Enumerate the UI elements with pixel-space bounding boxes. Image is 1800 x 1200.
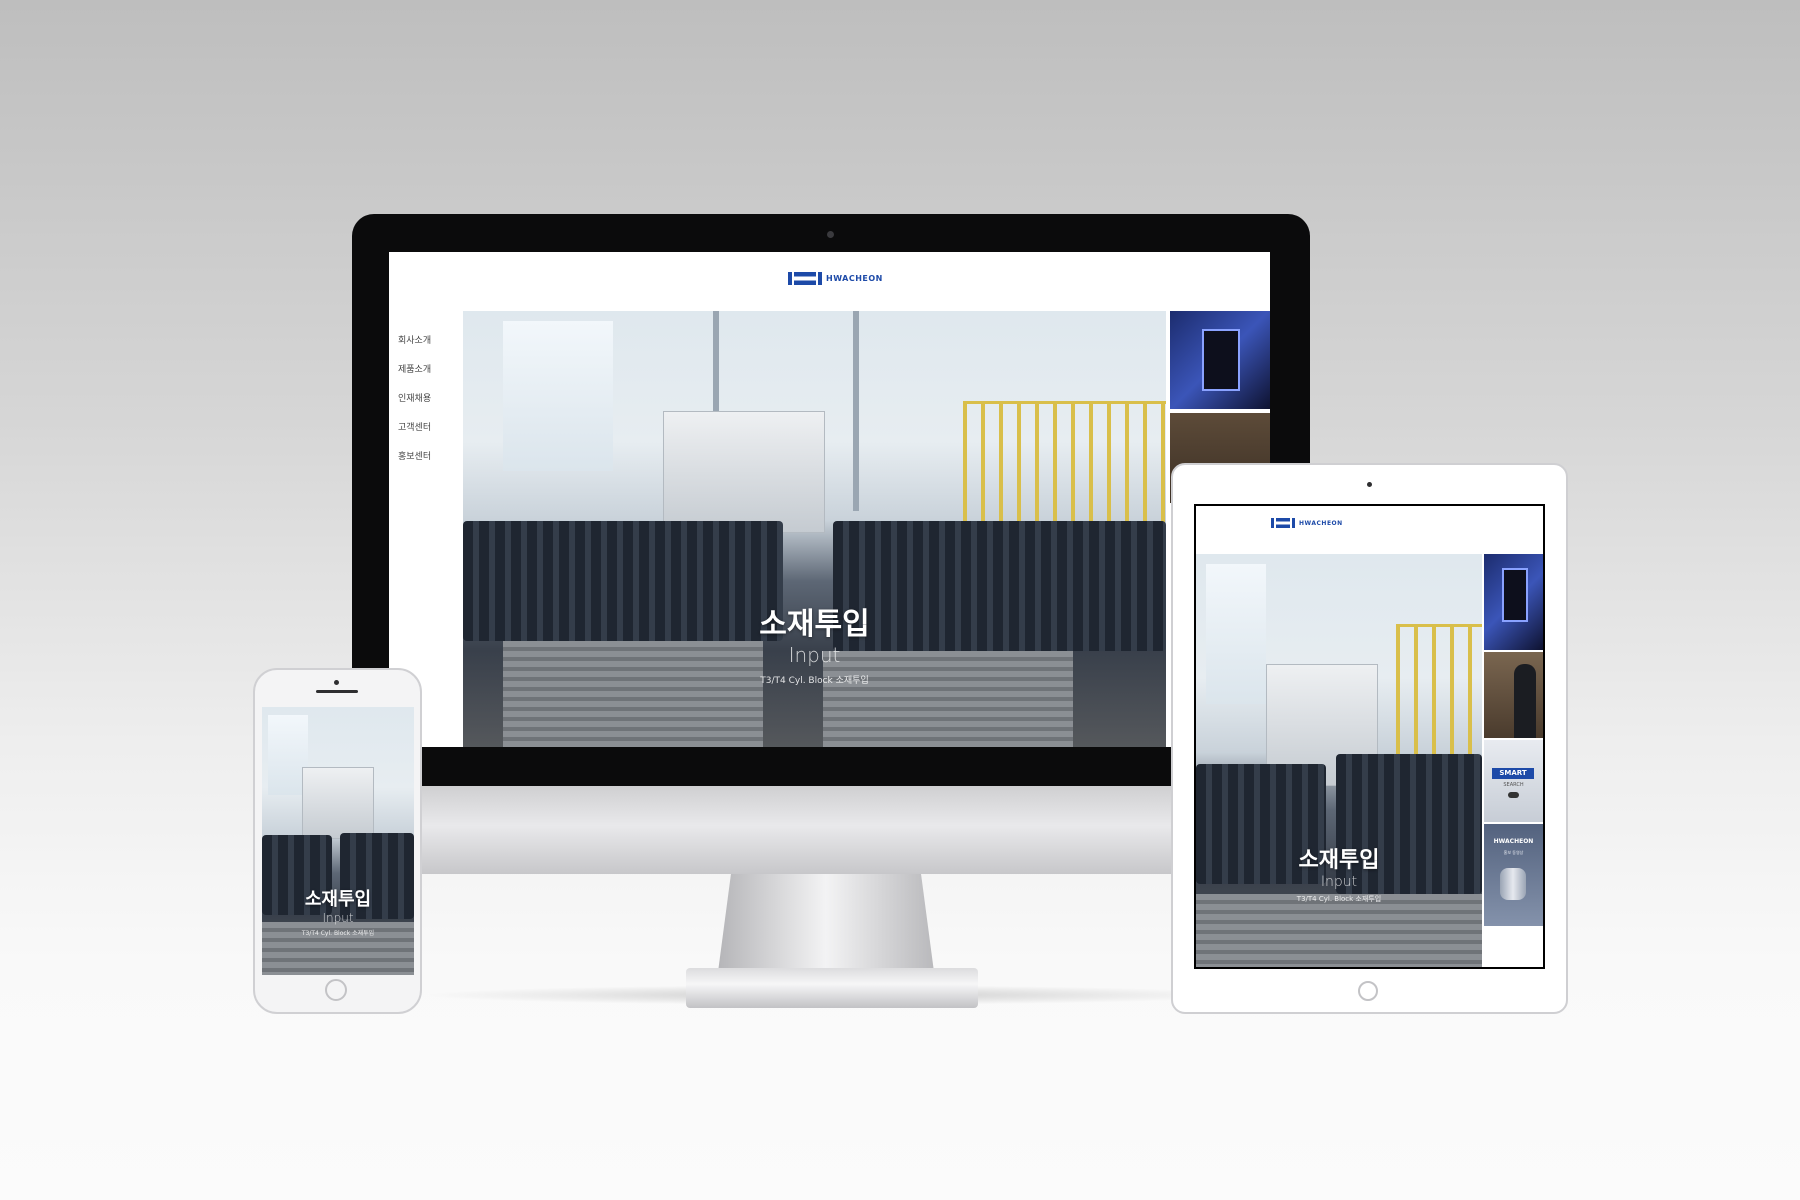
brand-label: HWACHEON xyxy=(1493,838,1534,845)
hero-video[interactable]: 소재투입 Input T3/T4 Cyl. Block 소재투입 xyxy=(463,311,1166,747)
logo-mark-icon xyxy=(1271,518,1295,528)
tablet-hero-title: 소재투입 xyxy=(1298,848,1380,873)
mobile-hero-title: 소재투입 xyxy=(304,889,372,910)
desktop-website: HWACHEON 회사소개 제품소개 인재채용 고객센터 홍보센터 소재투입 I… xyxy=(389,252,1270,747)
mobile-hero-subtitle: Input xyxy=(322,911,354,925)
logo-text: HWACHEON xyxy=(826,274,883,283)
tablet-panel-brand[interactable]: HWACHEON 홍보 동영상 xyxy=(1484,824,1543,926)
machine-door xyxy=(1502,568,1528,622)
tablet-caption: 소재투입 Input T3/T4 Cyl. Block 소재투입 xyxy=(1196,842,1482,904)
factory-beam xyxy=(853,311,859,511)
tablet-hero[interactable]: 소재투입 Input T3/T4 Cyl. Block 소재투입 xyxy=(1196,554,1482,967)
tablet-thumbnail-machine[interactable] xyxy=(1484,554,1543,650)
tablet-panel-smart-search[interactable]: SMART SEARCH xyxy=(1484,740,1543,822)
play-icon xyxy=(1508,792,1519,798)
tablet-thumbnail-interview[interactable] xyxy=(1484,652,1543,738)
hero-subtitle: Input xyxy=(788,643,841,667)
person-silhouette xyxy=(1514,664,1536,738)
conveyor xyxy=(1196,894,1482,967)
mobile-website: 소재투입 Input T3/T4 Cyl. Block 소재투입 xyxy=(262,707,414,975)
mobile-caption: 소재투입 Input T3/T4 Cyl. Block 소재투입 xyxy=(262,885,414,937)
nav-item-products[interactable]: 제품소개 xyxy=(398,363,450,392)
machine-part-image xyxy=(1500,868,1526,900)
machine-cabinet xyxy=(663,411,825,533)
hero-title: 소재투입 xyxy=(759,607,870,642)
side-nav: 회사소개 제품소개 인재채용 고객센터 홍보센터 xyxy=(398,334,450,479)
factory-window xyxy=(503,321,613,471)
nav-item-support[interactable]: 고객센터 xyxy=(398,421,450,450)
nav-item-recruit[interactable]: 인재채용 xyxy=(398,392,450,421)
tablet-viewport: HWACHEON 소재투입 Input T3/T4 Cyl. Block 소재투… xyxy=(1196,506,1543,967)
brand-sub: 홍보 동영상 xyxy=(1503,850,1524,855)
phone-speaker xyxy=(316,690,358,693)
hero-caption: 소재투입 Input T3/T4 Cyl. Block 소재투입 xyxy=(463,599,1166,686)
mobile-hero[interactable]: 소재투입 Input T3/T4 Cyl. Block 소재투입 xyxy=(262,707,414,975)
nav-item-company[interactable]: 회사소개 xyxy=(398,334,450,363)
mobile-hero-description: T3/T4 Cyl. Block 소재투입 xyxy=(301,930,375,937)
webcam-icon xyxy=(827,231,834,238)
smart-sub: SEARCH xyxy=(1503,782,1524,788)
monitor-stand-neck xyxy=(718,874,934,972)
tablet-site-logo[interactable]: HWACHEON xyxy=(1271,518,1343,528)
machine-door xyxy=(1202,329,1240,391)
nav-item-pr[interactable]: 홍보센터 xyxy=(398,450,450,479)
machine-cabinet xyxy=(302,767,374,839)
tablet-hero-subtitle: Input xyxy=(1320,874,1358,890)
thumbnail-machine[interactable] xyxy=(1170,311,1270,409)
site-logo[interactable]: HWACHEON xyxy=(788,272,883,285)
hero-description: T3/T4 Cyl. Block 소재투입 xyxy=(760,676,869,686)
tablet-camera-icon xyxy=(1367,482,1372,487)
phone-camera-icon xyxy=(334,680,339,685)
logo-text: HWACHEON xyxy=(1299,519,1343,527)
monitor-chin xyxy=(352,786,1310,874)
tablet-hero-description: T3/T4 Cyl. Block 소재투입 xyxy=(1296,895,1382,903)
home-button-icon[interactable] xyxy=(325,979,347,1001)
monitor-stand-foot xyxy=(686,968,978,1008)
home-button-icon[interactable] xyxy=(1358,981,1378,1001)
factory-window xyxy=(1206,564,1266,704)
tablet-website: HWACHEON 소재투입 Input T3/T4 Cyl. Block 소재투… xyxy=(1194,504,1545,969)
smart-label: SMART xyxy=(1492,768,1534,779)
logo-mark-icon xyxy=(788,272,822,285)
